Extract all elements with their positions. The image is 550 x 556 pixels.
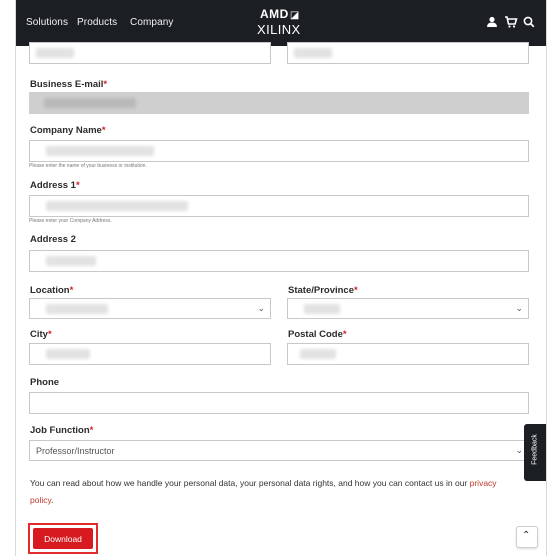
first-name-field[interactable] (29, 42, 271, 64)
top-navigation: Solutions Products Company AMD◪ XILINX (16, 0, 546, 46)
address2-label: Address 2 (30, 234, 76, 245)
address1-field[interactable] (29, 195, 529, 217)
feedback-label: Feedback (531, 434, 539, 465)
phone-label: Phone (30, 377, 60, 388)
address1-hint: Please enter your Company Address. (29, 218, 112, 224)
scroll-to-top-button[interactable]: ⌃ (516, 526, 538, 548)
chevron-up-icon: ⌃ (522, 530, 531, 541)
location-label: Location* (30, 285, 74, 296)
company-name-field[interactable] (29, 140, 529, 162)
logo-amd-text: AMD◪ (260, 7, 300, 21)
nav-products[interactable]: Products (77, 17, 117, 28)
privacy-notice: You can read about how we handle your pe… (30, 478, 497, 505)
address2-value (46, 256, 96, 266)
address2-field[interactable] (29, 250, 529, 272)
location-value (46, 304, 108, 314)
download-button-highlight: Download (28, 523, 98, 554)
address1-label: Address 1* (30, 180, 80, 191)
company-name-hint: Please enter the name of your business o… (29, 163, 147, 169)
nav-company[interactable]: Company (130, 17, 174, 28)
state-label: State/Province* (288, 285, 358, 296)
location-select[interactable]: ⌄ (29, 298, 271, 319)
address1-value (46, 201, 188, 211)
last-name-value (294, 48, 332, 58)
postal-code-value (300, 349, 336, 359)
user-icon[interactable] (485, 15, 499, 29)
business-email-value (44, 98, 136, 108)
download-button[interactable]: Download (33, 528, 93, 549)
city-field[interactable] (29, 343, 271, 365)
chevron-down-icon: ⌄ (515, 303, 523, 313)
company-name-value (46, 146, 154, 156)
job-function-value: Professor/Instructor (36, 446, 115, 456)
last-name-field[interactable] (287, 42, 529, 64)
state-select[interactable]: ⌄ (287, 298, 529, 319)
company-name-label: Company Name* (30, 125, 106, 136)
state-value (304, 304, 340, 314)
feedback-tab[interactable]: Feedback (524, 424, 546, 481)
postal-code-label: Postal Code* (288, 329, 347, 340)
phone-field[interactable] (29, 392, 529, 414)
postal-code-field[interactable] (287, 343, 529, 365)
job-function-label: Job Function* (30, 425, 94, 436)
business-email-label: Business E-mail* (30, 79, 108, 90)
search-icon[interactable] (522, 15, 536, 29)
amd-arrow-icon: ◪ (289, 10, 300, 21)
city-label: City* (30, 329, 52, 340)
cart-icon[interactable] (504, 15, 518, 29)
first-name-value (36, 48, 74, 58)
city-value (46, 349, 90, 359)
chevron-down-icon: ⌄ (257, 303, 265, 313)
nav-solutions[interactable]: Solutions (26, 17, 68, 28)
chevron-down-icon: ⌄ (515, 445, 523, 455)
business-email-field (29, 92, 529, 114)
page-frame: Solutions Products Company AMD◪ XILINX B… (15, 0, 547, 556)
logo-xilinx-text: XILINX (257, 22, 301, 37)
job-function-select[interactable]: Professor/Instructor ⌄ (29, 440, 529, 461)
